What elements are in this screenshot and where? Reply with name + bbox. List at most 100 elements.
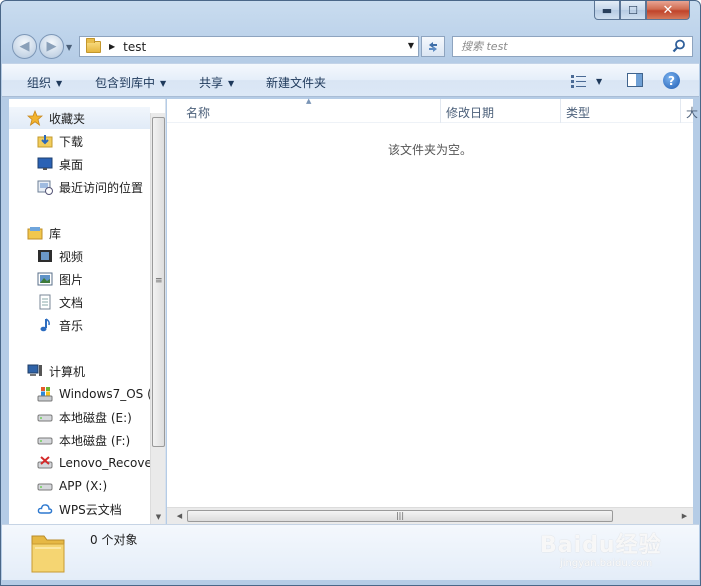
recovery-drive-icon xyxy=(37,455,53,471)
sidebar-item-downloads[interactable]: 下载 xyxy=(9,130,150,152)
sidebar-item-desktop[interactable]: 桌面 xyxy=(9,153,150,175)
recent-pages-dropdown-icon[interactable]: ▼ xyxy=(66,43,72,52)
sidebar-item-label: Windows7_OS ( xyxy=(59,387,150,401)
search-input[interactable] xyxy=(453,37,663,56)
desktop-icon xyxy=(37,156,53,172)
library-icon xyxy=(27,225,43,241)
forward-button[interactable]: ▶ xyxy=(39,34,64,59)
pictures-icon xyxy=(37,271,53,287)
include-in-library-menu[interactable]: 包含到库中 ▼ xyxy=(95,74,166,91)
sidebar-item-label: 音乐 xyxy=(59,318,84,333)
dropdown-arrow-icon: ▼ xyxy=(228,79,235,88)
sidebar-item-drive-e[interactable]: 本地磁盘 (E:) xyxy=(9,406,150,428)
new-folder-button[interactable]: 新建文件夹 xyxy=(266,74,326,91)
search-icon[interactable] xyxy=(671,38,687,54)
sidebar-item-lenovo-recovery[interactable]: Lenovo_Recove xyxy=(9,452,150,474)
sidebar-item-label: APP (X:) xyxy=(59,479,108,493)
scrollbar-thumb[interactable] xyxy=(152,117,165,447)
watermark-logo: Baidu经验 xyxy=(540,533,662,558)
sidebar-item-wps-cloud[interactable]: WPS云文档 xyxy=(9,498,150,520)
breadcrumb-item[interactable]: test xyxy=(123,40,146,54)
breadcrumb-chevron-icon[interactable]: ▶ xyxy=(109,42,115,51)
drive-icon xyxy=(37,478,53,494)
sidebar-item-windows7-os[interactable]: Windows7_OS ( xyxy=(9,383,150,405)
scroll-left-icon[interactable]: ◀ xyxy=(171,508,188,524)
column-divider[interactable] xyxy=(680,99,681,123)
change-view-button[interactable]: ▼ xyxy=(570,73,610,89)
empty-folder-message: 该文件夹为空。 xyxy=(387,143,472,157)
sidebar-item-label: 下载 xyxy=(59,134,84,149)
recent-places-icon xyxy=(37,179,53,195)
column-divider[interactable] xyxy=(440,99,441,123)
star-icon xyxy=(27,110,43,126)
minimize-button[interactable]: ▬ xyxy=(594,1,620,20)
sidebar-item-label: 桌面 xyxy=(59,157,84,172)
sidebar-item-label: WPS云文档 xyxy=(59,502,122,517)
back-arrow-icon: ◀ xyxy=(19,39,30,54)
sidebar-item-drive-f[interactable]: 本地磁盘 (F:) xyxy=(9,429,150,451)
column-header-type[interactable]: 类型 xyxy=(566,104,590,121)
file-list[interactable]: ▲ 名称 修改日期 类型 大 该文件夹为空。 xyxy=(167,97,698,524)
scroll-down-icon[interactable]: ▼ xyxy=(151,509,166,524)
caption-buttons: ▬ ☐ ✕ xyxy=(594,1,690,20)
navigation-pane: 收藏夹 下载 桌面 最近访问的位置 库 视频 图片 文档 音乐 计算机 Wind… xyxy=(9,99,166,524)
computer-icon xyxy=(27,363,43,379)
organize-menu[interactable]: 组织 ▼ xyxy=(27,74,62,91)
sidebar-item-pictures[interactable]: 图片 xyxy=(9,268,150,290)
sidebar-item-documents[interactable]: 文档 xyxy=(9,291,150,313)
sidebar-item-label: 图片 xyxy=(59,272,84,287)
sidebar-item-libraries[interactable]: 库 xyxy=(9,222,150,244)
share-menu[interactable]: 共享 ▼ xyxy=(199,74,234,91)
music-icon xyxy=(37,317,53,333)
scrollbar-thumb[interactable]: ||| xyxy=(187,510,613,522)
folder-icon xyxy=(86,37,101,53)
horizontal-scrollbar[interactable]: ◀ ||| ▶ xyxy=(167,507,693,524)
details-pane: 0 个对象 Baidu经验 jingyan.baidu.com xyxy=(2,524,699,580)
view-list-icon xyxy=(571,75,586,88)
watermark-url: jingyan.baidu.com xyxy=(560,558,653,569)
sidebar-item-favorites[interactable]: 收藏夹 xyxy=(9,107,150,129)
search-box[interactable] xyxy=(452,36,693,57)
address-dropdown-icon[interactable]: ▼ xyxy=(408,41,414,50)
download-folder-icon xyxy=(37,133,53,149)
sidebar-item-label: 本地磁盘 (F:) xyxy=(59,433,131,448)
share-label: 共享 xyxy=(199,76,224,90)
scroll-right-icon[interactable]: ▶ xyxy=(676,508,693,524)
sidebar-item-app-x[interactable]: APP (X:) xyxy=(9,475,150,497)
sidebar-item-label: 本地磁盘 (E:) xyxy=(59,410,132,425)
refresh-button[interactable] xyxy=(421,36,445,57)
sidebar-item-label: 计算机 xyxy=(49,364,86,379)
address-bar[interactable]: ▶ test ▼ xyxy=(79,36,419,57)
view-dropdown-icon[interactable]: ▼ xyxy=(596,77,602,86)
documents-icon xyxy=(37,294,53,310)
cloud-icon xyxy=(37,501,53,517)
sidebar-item-computer[interactable]: 计算机 xyxy=(9,360,150,382)
back-button[interactable]: ◀ xyxy=(12,34,37,59)
video-icon xyxy=(37,248,53,264)
dropdown-arrow-icon: ▼ xyxy=(160,79,167,88)
column-headers: ▲ 名称 修改日期 类型 大 xyxy=(167,97,698,123)
column-header-size[interactable]: 大 xyxy=(686,104,698,121)
close-button[interactable]: ✕ xyxy=(646,1,690,20)
sidebar-item-label: 库 xyxy=(49,226,62,241)
column-divider[interactable] xyxy=(560,99,561,123)
sidebar-item-label: 视频 xyxy=(59,249,84,264)
help-icon[interactable]: ? xyxy=(663,72,680,89)
maximize-button[interactable]: ☐ xyxy=(620,1,646,20)
sidebar-item-videos[interactable]: 视频 xyxy=(9,245,150,267)
folder-icon xyxy=(31,535,65,573)
preview-pane-icon[interactable] xyxy=(627,73,643,87)
item-count: 0 个对象 xyxy=(90,533,138,547)
dropdown-arrow-icon: ▼ xyxy=(56,79,63,88)
sidebar-item-music[interactable]: 音乐 xyxy=(9,314,150,336)
column-header-name[interactable]: 名称 xyxy=(186,104,210,121)
sidebar-item-label: 最近访问的位置 xyxy=(59,180,144,195)
sidebar-item-recent-places[interactable]: 最近访问的位置 xyxy=(9,176,150,198)
drive-icon xyxy=(37,432,53,448)
refresh-icon xyxy=(429,41,437,52)
drive-icon xyxy=(37,409,53,425)
organize-label: 组织 xyxy=(27,76,52,90)
column-header-date-modified[interactable]: 修改日期 xyxy=(446,104,494,121)
navigation-pane-scrollbar[interactable]: ▲ ▼ xyxy=(150,113,165,524)
sort-ascending-icon: ▲ xyxy=(306,97,312,105)
